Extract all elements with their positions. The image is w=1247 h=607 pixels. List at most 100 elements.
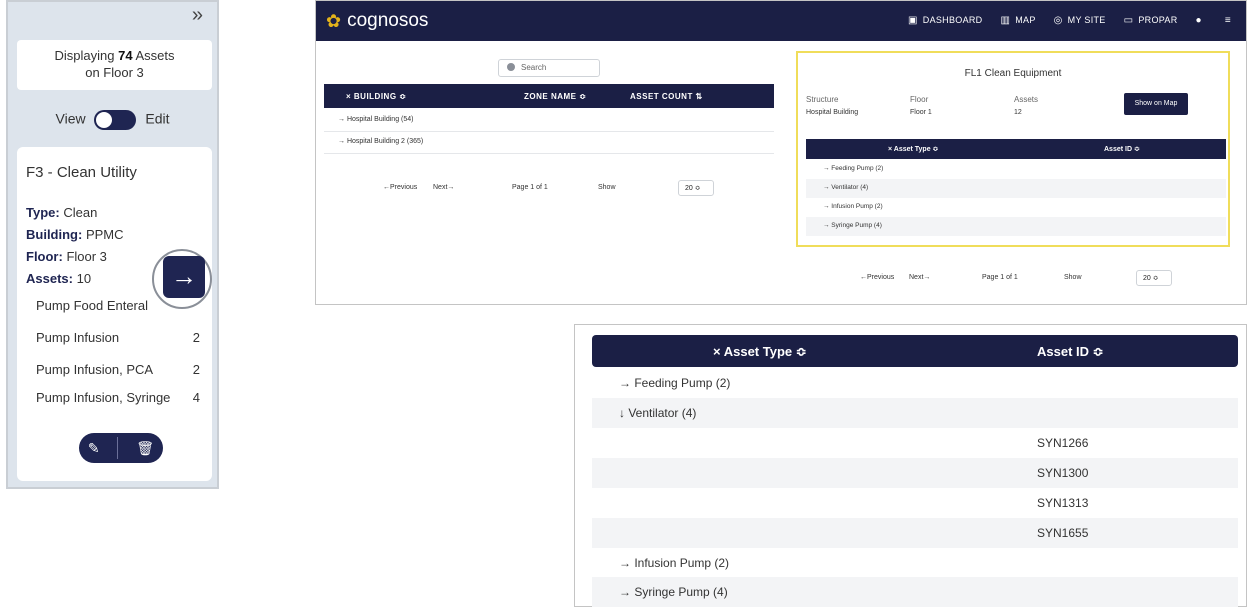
asset-type-cell: → Syringe Pump (4) — [619, 585, 728, 599]
location-icon: ◎ — [1053, 15, 1063, 26]
floor-value: Floor 1 — [910, 109, 932, 116]
edit-label: Edit — [145, 110, 170, 127]
asset-type-table-header: × Asset Type ≎ Asset ID ≎ — [806, 139, 1226, 159]
asset-line: Pump Infusion 2 — [36, 330, 200, 345]
col-asset-type[interactable]: × Asset Type ≎ — [713, 344, 807, 360]
assets-label: Assets — [1014, 95, 1039, 104]
table-row[interactable]: → Infusion Pump (2) — [806, 198, 1226, 217]
view-edit-toggle[interactable] — [94, 110, 137, 130]
brand-name: cognosos — [347, 10, 429, 31]
zone-title: F3 - Clean Utility — [26, 164, 137, 181]
assets-value: 10 — [76, 271, 92, 286]
col-asset-count[interactable]: ASSET COUNT ⇅ — [630, 92, 703, 101]
structure-label: Structure — [806, 95, 839, 104]
zone-detail-panel: FL1 Clean Equipment Structure Hospital B… — [796, 51, 1230, 247]
show-label: Show — [1064, 274, 1082, 281]
asset-id-cell: SYN1266 — [1037, 436, 1089, 450]
floor-label: Floor — [910, 95, 929, 104]
pagination-prev[interactable]: ←Previous — [860, 274, 894, 281]
app-window: ✿ cognosos ▣ DASHBOARD ▥ MAP ◎ MY SITE ▭ PRO… — [315, 0, 1247, 305]
col-zone-name[interactable]: ZONE NAME ≎ — [524, 92, 586, 101]
table-row[interactable]: → Ventilator (4) — [806, 179, 1226, 198]
asset-line: Pump Infusion, Syringe 4 — [36, 390, 200, 405]
floor-row: Floor: Floor 3 — [26, 249, 107, 264]
show-on-map-button[interactable]: Show on Map — [1124, 93, 1188, 115]
assets-row: Assets: 10 — [26, 271, 91, 286]
edit-icon[interactable]: ✎ — [88, 440, 100, 457]
displaying-suffix: Assets — [135, 48, 175, 63]
search-input[interactable]: Search — [498, 59, 600, 77]
table-row[interactable]: → Feeding Pump (2) — [592, 368, 1238, 398]
table-row[interactable]: → Syringe Pump (4) — [592, 577, 1238, 607]
col-asset-id[interactable]: Asset ID ≎ — [1104, 145, 1140, 153]
asset-line: Pump Infusion, PCA 2 — [36, 362, 200, 377]
pagination-next[interactable]: Next→ — [433, 184, 454, 191]
table-row[interactable]: → Feeding Pump (2) — [806, 160, 1226, 179]
brand-logo[interactable]: ✿ cognosos — [326, 10, 428, 32]
table-row[interactable]: → Hospital Building 2 (365) — [324, 132, 774, 154]
map-icon: ▥ — [1000, 15, 1011, 26]
nav-map[interactable]: ▥ MAP — [1000, 15, 1035, 26]
floor-label: Floor: — [26, 249, 63, 264]
type-label: Type: — [26, 205, 60, 220]
displaying-floor: on Floor 3 — [85, 65, 144, 80]
asset-line-name: Pump Infusion, PCA — [36, 362, 154, 377]
table-row[interactable]: SYN1313 — [592, 488, 1238, 518]
pagination-next[interactable]: Next→ — [909, 274, 930, 281]
table-row[interactable]: SYN1266 — [592, 428, 1238, 458]
nav-dashboard[interactable]: ▣ DASHBOARD — [908, 15, 982, 26]
search-placeholder: Search — [521, 63, 547, 72]
building-value: PPMC — [85, 227, 124, 242]
nav-propar-label: PROPAR — [1138, 15, 1178, 25]
table-row[interactable]: → Infusion Pump (2) — [592, 548, 1238, 578]
building-row: Building: PPMC — [26, 227, 124, 242]
page-indicator: Page 1 of 1 — [982, 274, 1018, 281]
notifications-button[interactable]: ● — [1196, 15, 1207, 26]
displaying-prefix: Displaying — [54, 48, 115, 63]
nav-menu: ▣ DASHBOARD ▥ MAP ◎ MY SITE ▭ PROPAR ● ≡ — [908, 15, 1236, 26]
nav-dashboard-label: DASHBOARD — [922, 15, 983, 25]
table-row[interactable]: → Hospital Building (54) — [324, 110, 774, 132]
table-row[interactable]: SYN1655 — [592, 518, 1238, 548]
divider — [117, 437, 119, 459]
asset-type-table-header: × Asset Type ≎ Asset ID ≎ — [592, 335, 1238, 367]
asset-type-cell: → Feeding Pump (2) — [619, 376, 731, 390]
col-asset-type[interactable]: × Asset Type ≎ — [888, 145, 938, 153]
delete-icon[interactable]: 🗑 — [136, 440, 154, 457]
displaying-count: 74 — [118, 48, 133, 63]
asset-line-name: Pump Food Enteral — [36, 298, 149, 313]
go-arrow-button[interactable]: → — [163, 256, 205, 298]
page-size-select[interactable]: 20 ≎ — [1136, 270, 1172, 286]
page-size-select[interactable]: 20 ≎ — [678, 180, 714, 196]
col-building[interactable]: × BUILDING ≎ — [346, 92, 406, 101]
show-label: Show — [598, 184, 616, 191]
building-label: Building: — [26, 227, 83, 242]
collapse-panel-icon[interactable]: » — [192, 4, 203, 27]
building-table-header: × BUILDING ≎ ZONE NAME ≎ ASSET COUNT ⇅ — [324, 84, 774, 108]
asset-id-cell: SYN1655 — [1037, 526, 1089, 540]
bell-icon: ● — [1195, 15, 1202, 26]
toggle-knob — [96, 112, 113, 128]
nav-my-site[interactable]: ◎ MY SITE — [1054, 15, 1106, 26]
col-asset-id[interactable]: Asset ID ≎ — [1037, 344, 1104, 360]
search-icon — [507, 63, 515, 71]
nav-map-label: MAP — [1015, 15, 1036, 25]
dashboard-icon: ▣ — [908, 15, 918, 26]
detail-title: FL1 Clean Equipment — [964, 68, 1062, 79]
pagination-prev[interactable]: ←Previous — [383, 184, 417, 191]
view-edit-toggle-row: View Edit — [8, 110, 217, 130]
menu-button[interactable]: ≡ — [1225, 15, 1236, 26]
zone-detail-card: F3 - Clean Utility Type: Clean Building:… — [17, 147, 212, 481]
structure-value: Hospital Building — [806, 109, 859, 116]
asset-line-name: Pump Infusion — [36, 330, 120, 345]
asset-line-count: 4 — [192, 390, 200, 405]
zone-side-panel: » Displaying 74 Assets on Floor 3 View E… — [6, 0, 219, 489]
table-row[interactable]: ↓ Ventilator (4) — [592, 398, 1238, 428]
nav-propar[interactable]: ▭ PROPAR — [1124, 15, 1178, 26]
asset-id-cell: SYN1300 — [1037, 466, 1089, 480]
assets-label: Assets: — [26, 271, 73, 286]
logo-icon: ✿ — [326, 10, 342, 31]
table-row[interactable]: SYN1300 — [592, 458, 1238, 488]
monitor-icon: ▭ — [1123, 15, 1134, 26]
table-row[interactable]: → Syringe Pump (4) — [806, 217, 1226, 236]
